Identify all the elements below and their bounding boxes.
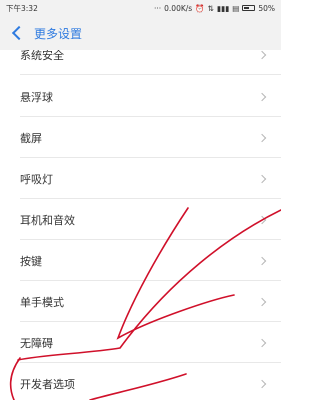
page-title: 更多设置 bbox=[34, 26, 83, 41]
status-time: 下午3:32 bbox=[6, 3, 38, 13]
battery-percent: 50% bbox=[258, 3, 275, 13]
settings-item-headphones-sound[interactable]: 耳机和音效 bbox=[20, 200, 281, 240]
settings-item-accessibility[interactable]: 无障碍 bbox=[20, 323, 281, 363]
settings-item-label: 无障碍 bbox=[20, 336, 53, 350]
settings-item-system-security[interactable]: 系统安全 bbox=[20, 50, 281, 75]
signal-dots-icon: ··· bbox=[153, 3, 162, 13]
settings-list: 系统安全 悬浮球 截屏 呼吸灯 耳机和音效 按键 单手模式 无障碍 开发者选项 bbox=[0, 50, 281, 400]
settings-item-label: 悬浮球 bbox=[20, 90, 53, 104]
settings-item-label: 截屏 bbox=[20, 131, 42, 145]
settings-item-buttons[interactable]: 按键 bbox=[20, 241, 281, 281]
settings-item-label: 呼吸灯 bbox=[20, 172, 53, 186]
settings-item-screenshot[interactable]: 截屏 bbox=[20, 118, 281, 158]
network-speed: 0.00K/s bbox=[164, 3, 193, 13]
cellular-signal-icon: ▮▮▮ bbox=[216, 3, 230, 13]
alarm-icon: ⏰ bbox=[195, 3, 205, 13]
back-arrow-icon[interactable] bbox=[11, 25, 27, 41]
status-bar: 下午3:32 ··· 0.00K/s ⏰ ⇅ ▮▮▮ ▤ 50% bbox=[0, 0, 281, 16]
status-indicators: ··· 0.00K/s ⏰ ⇅ ▮▮▮ ▤ 50% bbox=[154, 4, 275, 13]
vibrate-icon: ⇅ bbox=[207, 3, 214, 13]
settings-item-breathing-light[interactable]: 呼吸灯 bbox=[20, 159, 281, 199]
settings-item-label: 耳机和音效 bbox=[20, 213, 75, 227]
settings-item-label: 系统安全 bbox=[20, 50, 64, 62]
battery-icon bbox=[242, 5, 256, 11]
wifi-icon: ▤ bbox=[232, 3, 240, 13]
settings-item-label: 开发者选项 bbox=[20, 377, 75, 391]
settings-item-developer-options[interactable]: 开发者选项 bbox=[20, 364, 281, 400]
page-header: 更多设置 bbox=[0, 16, 281, 50]
settings-item-label: 按键 bbox=[20, 254, 42, 268]
settings-item-label: 单手模式 bbox=[20, 295, 64, 309]
settings-item-one-hand-mode[interactable]: 单手模式 bbox=[20, 282, 281, 322]
settings-item-floating-ball[interactable]: 悬浮球 bbox=[20, 77, 281, 117]
